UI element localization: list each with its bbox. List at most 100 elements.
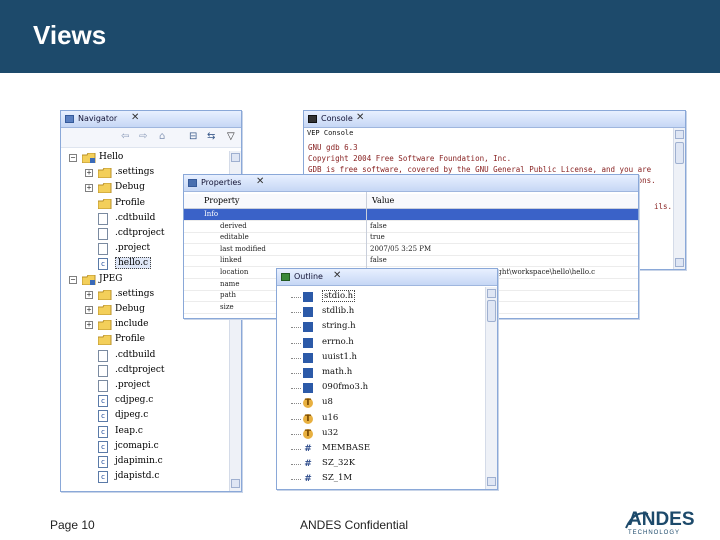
tree-item-label: cdjpeg.c (115, 395, 154, 406)
property-name: location (220, 268, 249, 276)
expand-toggle-icon[interactable]: + (85, 184, 93, 193)
console-line: Copyright 2004 Free Software Foundation,… (308, 154, 512, 163)
tree-item-label: include (115, 319, 149, 330)
tree-item-label: .project (115, 380, 151, 390)
outline-titlebar[interactable]: Outline ✕ (277, 269, 497, 286)
outline-item-label: SZ_1M (322, 473, 353, 484)
folder-icon (98, 289, 112, 300)
property-value: false (370, 256, 387, 265)
collapse-toggle-icon[interactable]: − (69, 275, 77, 284)
property-name: name (220, 279, 240, 288)
properties-titlebar[interactable]: Properties ✕ (184, 175, 638, 192)
menu-icon[interactable]: ▽ (227, 131, 235, 142)
logo-text: ANDES (628, 509, 695, 530)
console-scrollbar[interactable] (673, 128, 685, 269)
include-icon (303, 307, 313, 318)
logo-subtext: TECHNOLOGY (628, 530, 681, 536)
property-name: editable (220, 233, 249, 242)
property-name: Info (204, 210, 219, 218)
tree-item-label: djpeg.c (115, 410, 149, 421)
outline-item-label: errno.h (322, 336, 354, 347)
console-titlebar[interactable]: Console ✕ (304, 111, 685, 128)
slide-title: Views (33, 20, 107, 50)
expand-toggle-icon[interactable]: + (85, 321, 93, 330)
tree-connector (291, 357, 301, 359)
file-icon (98, 364, 108, 377)
console-icon (308, 115, 317, 123)
property-row[interactable]: derived false (184, 221, 638, 233)
tree-connector (291, 433, 301, 435)
forward-icon[interactable]: ⇨ (139, 131, 147, 142)
scroll-down-button[interactable] (487, 477, 496, 486)
column-property[interactable]: Property (204, 196, 239, 205)
include-icon (303, 352, 313, 363)
outline-item-label: u8 (322, 397, 333, 408)
navigator-toolbar: ⇦ ⇨ ⌂ ⊟ ⇆ ▽ (61, 128, 241, 148)
close-icon[interactable]: ✕ (256, 176, 264, 187)
tree-item-label: jdapistd.c (115, 471, 160, 482)
outline-icon (281, 273, 290, 281)
expand-toggle-icon[interactable]: + (85, 169, 93, 178)
expand-toggle-icon[interactable]: + (85, 306, 93, 314)
include-icon (303, 337, 313, 348)
close-icon[interactable]: ✕ (333, 270, 341, 281)
tree-connector (291, 373, 301, 374)
tree-connector (291, 464, 301, 466)
tree-connector (291, 418, 301, 420)
tree-item-label: .settings (115, 288, 155, 299)
property-row[interactable]: Info (184, 209, 638, 221)
property-name: derived (220, 221, 247, 230)
outline-item-label: stdlib.h (322, 306, 355, 317)
outline-list: stdio.h stdlib.h string.h errno.h uuist1.h ma… (277, 287, 485, 489)
c-file-icon: c (98, 258, 108, 271)
scroll-thumb[interactable] (675, 142, 684, 164)
c-file-icon: c (98, 456, 108, 468)
properties-title: Properties (201, 178, 242, 187)
c-file-icon: c (98, 471, 108, 484)
tree-connector (291, 342, 301, 344)
navigator-icon (65, 115, 74, 123)
collapse-toggle-icon[interactable]: − (69, 154, 77, 162)
property-row[interactable]: last modified 2007/05 3:25 PM (184, 244, 638, 256)
c-file-icon: c (98, 395, 108, 408)
expand-toggle-icon[interactable]: + (85, 290, 93, 299)
column-value[interactable]: Value (372, 196, 394, 205)
scroll-up-button[interactable] (231, 153, 240, 162)
scroll-up-button[interactable] (487, 289, 496, 298)
properties-icon (188, 179, 197, 187)
collapse-icon[interactable]: ⊟ (189, 131, 197, 142)
define-icon: # (304, 474, 312, 485)
tree-item-label: Debug (115, 304, 145, 314)
home-icon[interactable]: ⌂ (159, 131, 165, 142)
scroll-up-button[interactable] (675, 130, 684, 139)
tree-connector (291, 403, 301, 405)
navigator-titlebar[interactable]: Navigator ✕ (61, 111, 241, 128)
include-icon (303, 368, 313, 378)
include-icon (303, 322, 313, 333)
property-value: 2007/05 3:25 PM (370, 244, 432, 253)
tree-connector (291, 312, 301, 314)
property-row[interactable]: editable true (184, 232, 638, 245)
tree-connector (291, 479, 301, 481)
tree-item-label: Hello (99, 152, 124, 162)
close-icon[interactable]: ✕ (356, 112, 364, 123)
c-file-icon: c (98, 440, 108, 453)
tree-connector (291, 327, 301, 329)
typedef-icon: T (303, 398, 313, 409)
console-title: Console (321, 114, 353, 123)
file-icon (98, 228, 108, 240)
scroll-thumb[interactable] (487, 300, 496, 322)
scroll-down-button[interactable] (675, 258, 684, 267)
typedef-icon: T (303, 428, 313, 439)
project-folder-icon (82, 274, 96, 285)
include-icon (303, 383, 313, 394)
close-icon[interactable]: ✕ (131, 112, 139, 123)
back-icon[interactable]: ⇦ (121, 131, 129, 142)
property-name: path (220, 291, 236, 300)
link-icon[interactable]: ⇆ (207, 131, 215, 142)
outline-scrollbar[interactable] (485, 287, 497, 489)
scroll-down-button[interactable] (231, 479, 240, 488)
navigator-title: Navigator (78, 114, 118, 123)
folder-icon (98, 335, 112, 346)
property-row[interactable]: linked false (184, 255, 638, 268)
